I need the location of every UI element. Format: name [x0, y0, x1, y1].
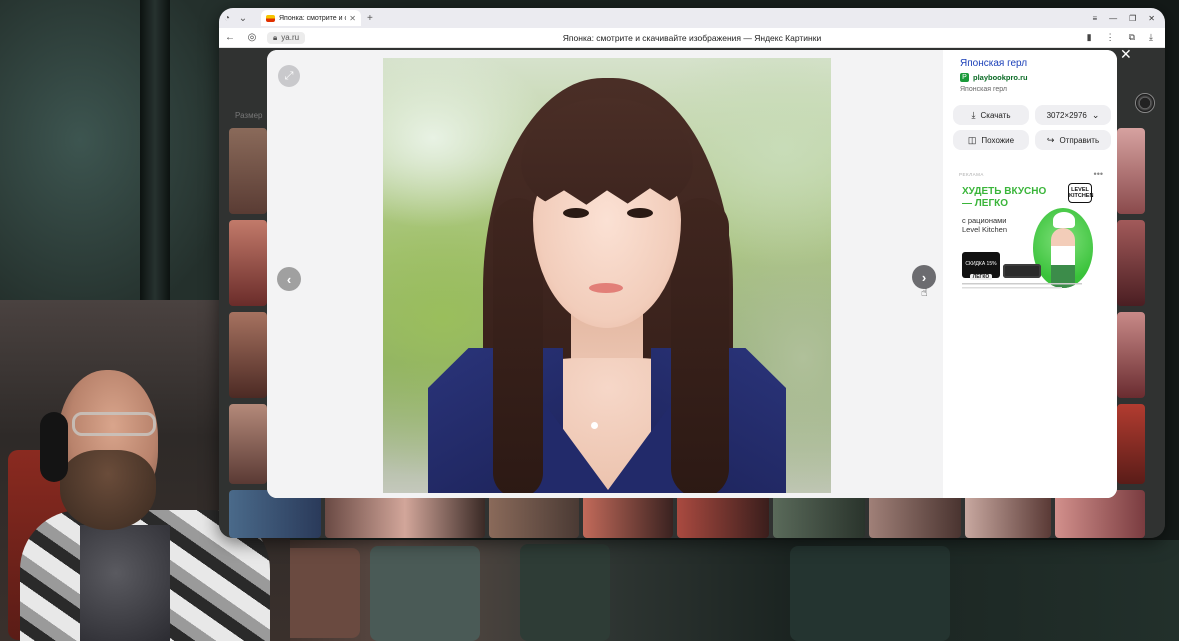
restore-icon[interactable]: ❐: [1129, 14, 1136, 23]
address-bar: ← ◎ 🔒︎ ya.ru Японка: смотрите и скачивай…: [219, 28, 1165, 48]
window-controls: ≡ — ❐ ✕: [1092, 14, 1165, 23]
bookmark-icon[interactable]: ▮: [1087, 32, 1092, 43]
tab-list-chevron-icon[interactable]: ⌄: [235, 13, 251, 24]
tab-title: Японка: смотрите и ск: [279, 14, 347, 22]
camera-search-icon: ◫: [967, 134, 977, 145]
ad-person-body: [1051, 228, 1075, 288]
ad-fine-print-lines: [962, 283, 1082, 289]
ad-promo-top: СКИДКА 15%: [965, 261, 997, 268]
result-thumbnail[interactable]: [229, 312, 267, 398]
source-favicon-icon: P: [960, 73, 969, 82]
share-label: Отправить: [1059, 135, 1100, 145]
similar-button[interactable]: ◫ Похожие: [953, 130, 1029, 150]
tab-close-icon[interactable]: ✕: [349, 14, 356, 23]
filter-size-label[interactable]: Размер: [235, 111, 263, 120]
photo-pendant: [591, 422, 598, 429]
back-arrow-icon[interactable]: ←: [219, 32, 241, 43]
previous-image-button[interactable]: ‹: [277, 267, 301, 291]
ad-banner[interactable]: РЕКЛАМА ••• ХУДЕТЬ ВКУСНО — ЛЕГКО с раци…: [953, 168, 1111, 308]
url-text: ya.ru: [281, 33, 300, 42]
close-window-icon[interactable]: ✕: [1148, 14, 1155, 23]
ad-chef-hat: [1053, 212, 1075, 228]
photo-hair-strand-right: [671, 198, 729, 493]
ad-promo-badge: СКИДКА 15% ЛЕГКО: [962, 252, 1000, 280]
ad-promo-code: ЛЕГКО: [969, 273, 993, 280]
download-label: Скачать: [980, 110, 1011, 120]
avatar[interactable]: [1135, 93, 1155, 113]
downloads-icon[interactable]: ⤓: [1149, 32, 1153, 43]
tab-bar: ◔ ⌄ Японка: смотрите и ск ✕ + ≡ — ❐ ✕: [219, 8, 1165, 28]
page-title: Японка: смотрите и скачивайте изображени…: [562, 32, 822, 43]
webcam-shirt: [80, 525, 170, 641]
background-blurred-thumbnails: [230, 540, 1179, 641]
lock-icon: 🔒︎: [273, 32, 278, 42]
minimize-icon[interactable]: —: [1109, 14, 1117, 23]
source-domain[interactable]: playbookpro.ru: [973, 73, 1028, 82]
photo-lips: [589, 283, 623, 293]
source-row[interactable]: P playbookpro.ru: [960, 73, 1111, 82]
more-vertical-icon[interactable]: ⋮: [1106, 32, 1115, 43]
resolution-select[interactable]: 3072×2976 ⌄: [1035, 105, 1111, 125]
result-thumbnail[interactable]: [1117, 220, 1145, 306]
headphones-icon: [40, 412, 68, 482]
ad-label: РЕКЛАМА: [959, 172, 984, 177]
ad-more-icon[interactable]: •••: [1094, 169, 1103, 179]
ad-subline: с рационами Level Kitchen: [962, 216, 1008, 234]
mouse-cursor-icon: ☝︎: [921, 287, 928, 299]
viewer-stage: ⤢ ‹ › ☝︎: [267, 50, 943, 498]
menu-icon[interactable]: ≡: [1092, 14, 1097, 23]
yandex-favicon-icon: [266, 14, 275, 22]
result-thumbnail[interactable]: [1117, 404, 1145, 484]
photo-eye-right: [627, 208, 653, 218]
similar-label: Похожие: [981, 135, 1015, 145]
share-button[interactable]: ↪ Отправить: [1035, 130, 1111, 150]
share-icon: ↪: [1046, 134, 1055, 145]
viewer-close-icon[interactable]: ✕: [1120, 46, 1132, 63]
webcam-glasses: [72, 412, 156, 436]
new-tab-button[interactable]: +: [367, 13, 373, 24]
ad-person-image: [1033, 208, 1093, 288]
fullscreen-icon[interactable]: ⤢: [278, 65, 300, 87]
viewer-actions: ⤓ Скачать 3072×2976 ⌄ ◫ Похожие ↪ Отправ…: [953, 105, 1113, 150]
ad-food-box: [1003, 264, 1041, 278]
result-thumbnail[interactable]: [229, 220, 267, 306]
tab-menu-icon[interactable]: ◔: [219, 13, 235, 24]
address-bar-actions: ▮ ⋮ ⧉ ⤓: [1087, 32, 1165, 43]
photo-eye-left: [563, 208, 589, 218]
download-icon: ⤓: [971, 109, 976, 120]
ad-logo: LEVEL KITCHEN: [1068, 183, 1093, 203]
download-button[interactable]: ⤓ Скачать: [953, 105, 1029, 125]
browser-window: ◔ ⌄ Японка: смотрите и ск ✕ + ≡ — ❐ ✕ ← …: [219, 8, 1165, 538]
image-title-link[interactable]: Японская герл: [960, 58, 1111, 69]
background-window-frame: [140, 0, 170, 300]
result-thumbnail[interactable]: [1117, 128, 1145, 214]
result-thumbnail[interactable]: [1117, 312, 1145, 398]
resolution-label: 3072×2976: [1046, 110, 1087, 120]
protect-icon[interactable]: ◎: [241, 32, 263, 43]
url-field[interactable]: 🔒︎ ya.ru: [267, 31, 306, 44]
ad-headline: ХУДЕТЬ ВКУСНО — ЛЕГКО: [962, 186, 1047, 209]
extensions-icon[interactable]: ⧉: [1129, 32, 1135, 43]
image-viewer: ⤢ ‹ › ☝︎ Японская герл P playbookpro.ru …: [267, 50, 1117, 498]
chevron-down-icon: ⌄: [1091, 109, 1100, 120]
ad-fine-print: [962, 282, 1102, 292]
image-info-panel: Японская герл P playbookpro.ru Японская …: [947, 50, 1117, 498]
tab-active[interactable]: Японка: смотрите и ск ✕: [261, 10, 361, 26]
main-photo[interactable]: [383, 58, 831, 493]
webcam-beard: [60, 450, 156, 530]
result-thumbnail[interactable]: [229, 404, 267, 484]
result-thumbnail[interactable]: [229, 128, 267, 214]
image-description: Японская герл: [960, 86, 1007, 93]
